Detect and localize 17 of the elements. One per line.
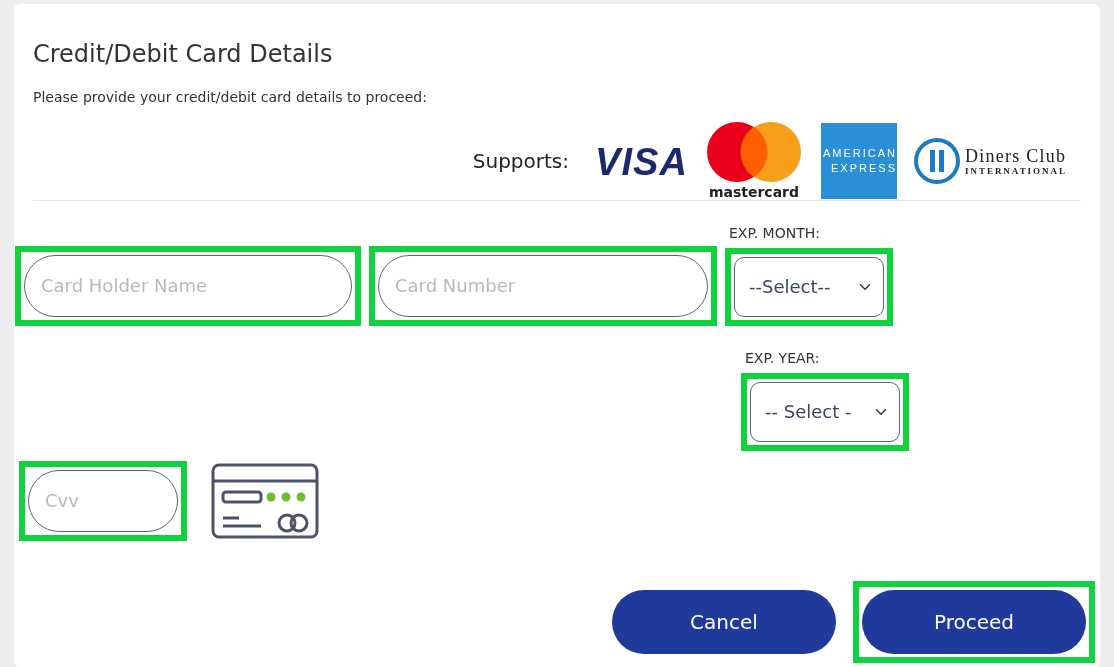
text-field[interactable]: Card Number	[378, 254, 708, 317]
visa-logo: VISA	[593, 138, 689, 183]
dropdown[interactable]: -- Select -	[750, 381, 900, 442]
dropdown[interactable]: --Select--	[734, 256, 884, 317]
amex-logo: AMERICAN EXPRESS	[821, 122, 897, 199]
action-button[interactable]: Cancel	[612, 589, 836, 654]
field-label: EXP. YEAR:	[745, 348, 821, 368]
text-field[interactable]: Cvv	[28, 469, 178, 532]
mastercard-logo: mastercard	[705, 121, 805, 200]
field-label: EXP. MONTH:	[729, 223, 821, 243]
supports-label: Supports:	[472, 147, 569, 175]
instruction-text: Please provide your credit/debit card details to proceed:	[33, 87, 428, 107]
dialog-title: Credit/Debit Card Details	[33, 40, 334, 69]
text-field[interactable]: Card Holder Name	[24, 254, 352, 317]
action-button[interactable]: Proceed	[862, 589, 1086, 654]
diners-club-logo: Diners Club INTERNATIONAL	[913, 137, 1067, 184]
card-security-code-icon	[211, 462, 321, 539]
